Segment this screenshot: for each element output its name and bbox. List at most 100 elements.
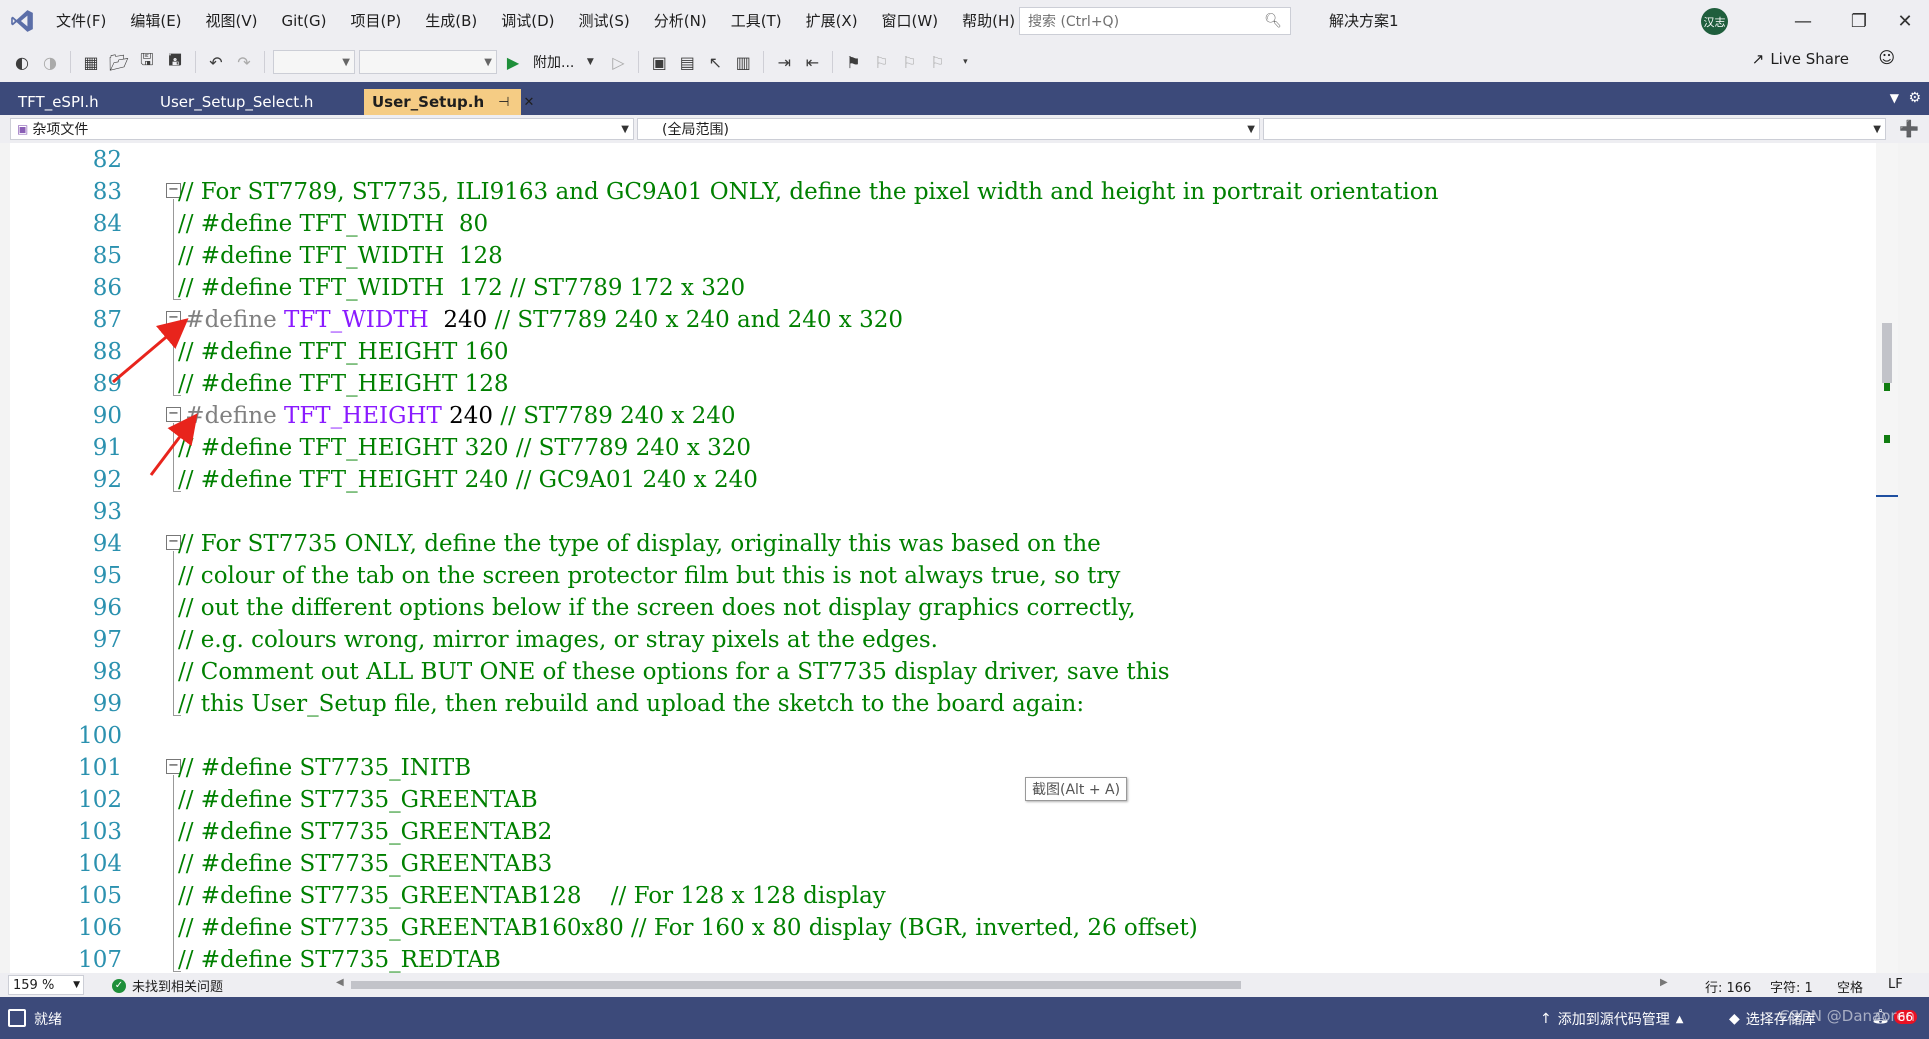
undo-icon[interactable]: ↶: [204, 50, 228, 74]
save-all-icon[interactable]: 🖪: [163, 50, 187, 74]
forward-icon[interactable]: ◑: [38, 50, 62, 74]
attach-button[interactable]: 附加...: [533, 52, 574, 72]
code-editor[interactable]: 82 83 84 85 86 87 88 89 90 91 92 93 94 95 96 97 98 99 100 1…: [10, 143, 1898, 973]
pin-icon[interactable]: ⊣: [498, 95, 509, 110]
save-icon[interactable]: 🖫: [135, 50, 159, 74]
scroll-right-icon[interactable]: ▶: [1660, 977, 1668, 988]
settings-gear-icon[interactable]: ⚙: [1908, 90, 1921, 106]
find-icon[interactable]: ▥: [731, 50, 755, 74]
code-line[interactable]: // #define ST7735_GREENTAB3: [178, 848, 552, 880]
outdent-icon[interactable]: ⇤: [800, 50, 824, 74]
solution-config-combo[interactable]: ▼: [273, 50, 355, 74]
project-combo[interactable]: ▣ 杂项文件 ▼: [10, 118, 634, 140]
code-line[interactable]: // #define TFT_HEIGHT 128: [178, 368, 509, 400]
code-line[interactable]: // #define ST7735_GREENTAB128 // For 128…: [178, 880, 886, 912]
visual-studio-logo-icon[interactable]: [0, 0, 44, 42]
code-line[interactable]: // colour of the tab on the screen prote…: [178, 560, 1120, 592]
redo-icon[interactable]: ↷: [232, 50, 256, 74]
close-tab-icon[interactable]: ✕: [523, 95, 534, 110]
indent-icon[interactable]: ⇥: [772, 50, 796, 74]
start-debug-icon[interactable]: ▶: [501, 50, 525, 74]
comment-token: // #define TFT_WIDTH 172 // ST7789 172 x…: [178, 275, 746, 301]
menu-item[interactable]: 帮助(H): [950, 0, 1027, 42]
split-window-icon[interactable]: ➕: [1899, 119, 1919, 138]
code-line[interactable]: // #define TFT_WIDTH 172 // ST7789 172 x…: [178, 272, 745, 304]
layout-icon[interactable]: ▤: [675, 50, 699, 74]
code-line[interactable]: // #define TFT_WIDTH 128: [178, 240, 503, 272]
code-line[interactable]: // For ST7789, ST7735, ILI9163 and GC9A0…: [178, 176, 1438, 208]
issues-indicator[interactable]: ✓ 未找到相关问题: [112, 976, 223, 995]
char-indicator[interactable]: 字符: 1: [1770, 977, 1813, 996]
check-circle-icon: ✓: [112, 978, 126, 993]
code-line[interactable]: // #define ST7735_GREENTAB2: [178, 816, 552, 848]
code-line[interactable]: // #define TFT_HEIGHT 160: [178, 336, 509, 368]
tab-overflow-icon[interactable]: ▼: [1890, 91, 1899, 105]
horizontal-scrollbar[interactable]: [336, 981, 1656, 989]
menu-item[interactable]: 生成(B): [413, 0, 489, 42]
menu-item[interactable]: 调试(D): [489, 0, 566, 42]
next-bookmark-icon[interactable]: ⚐: [897, 50, 921, 74]
tab-tft-espi[interactable]: TFT_eSPI.h: [10, 89, 152, 115]
avatar[interactable]: 汉志: [1701, 8, 1728, 35]
back-icon[interactable]: ◐: [10, 50, 34, 74]
code-line[interactable]: #define TFT_WIDTH 240 // ST7789 240 x 24…: [178, 304, 903, 336]
scope-combo[interactable]: (全局范围) ▼: [637, 118, 1260, 140]
prev-bookmark-icon[interactable]: ⚐: [869, 50, 893, 74]
line-number: 85: [92, 243, 122, 269]
code-line[interactable]: // #define TFT_WIDTH 80: [178, 208, 488, 240]
menu-item[interactable]: 编辑(E): [118, 0, 193, 42]
code-line[interactable]: // this User_Setup file, then rebuild an…: [178, 688, 1084, 720]
code-line[interactable]: // Comment out ALL BUT ONE of these opti…: [178, 656, 1170, 688]
toolbar-options-icon[interactable]: ▾: [953, 50, 977, 74]
title-menu-bar: 文件(F) 编辑(E) 视图(V) Git(G) 项目(P) 生成(B) 调试(D) 测试(S…: [0, 0, 1929, 42]
menu-item[interactable]: 窗口(W): [870, 0, 951, 42]
clear-bookmarks-icon[interactable]: ⚐: [925, 50, 949, 74]
line-ending-indicator[interactable]: LF: [1888, 977, 1903, 992]
menu-item[interactable]: 视图(V): [194, 0, 270, 42]
feedback-icon[interactable]: ☺: [1878, 48, 1895, 67]
code-line[interactable]: // #define ST7735_GREENTAB160x80 // For …: [178, 912, 1198, 944]
pointer-icon[interactable]: ↖: [703, 50, 727, 74]
code-line[interactable]: // #define ST7735_INITB: [178, 752, 471, 784]
bookmark-icon[interactable]: ⚑: [841, 50, 865, 74]
menu-item[interactable]: 工具(T): [719, 0, 794, 42]
start-without-debug-icon[interactable]: ▷: [606, 50, 630, 74]
menu-item[interactable]: 扩展(X): [794, 0, 870, 42]
vertical-scrollbar[interactable]: [1876, 143, 1898, 973]
solution-platform-combo[interactable]: ▼: [359, 50, 497, 74]
code-line[interactable]: // #define TFT_HEIGHT 240 // GC9A01 240 …: [178, 464, 758, 496]
minimize-icon[interactable]: —: [1775, 0, 1831, 42]
code-line[interactable]: // out the different options below if th…: [178, 592, 1136, 624]
scrollbar-thumb[interactable]: [1882, 323, 1892, 383]
new-project-icon[interactable]: ▦: [79, 50, 103, 74]
dropdown-arrow-icon[interactable]: ▼: [578, 50, 602, 74]
menu-item[interactable]: 项目(P): [339, 0, 414, 42]
code-line[interactable]: // e.g. colours wrong, mirror images, or…: [178, 624, 938, 656]
menu-item[interactable]: Git(G): [270, 0, 339, 42]
add-to-source-control-button[interactable]: ↑ 添加到源代码管理 ▲: [1540, 1009, 1683, 1029]
search-icon[interactable]: 🔍︎: [1264, 13, 1282, 29]
output-window-icon[interactable]: [8, 1009, 26, 1027]
open-file-icon[interactable]: 📂︎: [107, 50, 131, 74]
member-combo[interactable]: ▼: [1263, 118, 1886, 140]
line-number: 86: [92, 275, 122, 301]
code-line[interactable]: #define TFT_HEIGHT 240 // ST7789 240 x 2…: [178, 400, 735, 432]
code-line[interactable]: // #define ST7735_REDTAB: [178, 944, 501, 973]
line-number: 92: [92, 467, 122, 493]
whitespace-indicator[interactable]: 空格: [1837, 977, 1863, 996]
close-icon[interactable]: ✕: [1877, 0, 1929, 42]
tab-user-setup[interactable]: User_Setup.h ⊣ ✕: [364, 89, 534, 115]
menu-item[interactable]: 分析(N): [642, 0, 719, 42]
menu-item[interactable]: 测试(S): [567, 0, 642, 42]
line-indicator[interactable]: 行: 166: [1705, 977, 1751, 996]
zoom-combo[interactable]: 159 % ▼: [8, 975, 84, 995]
code-line[interactable]: // For ST7735 ONLY, define the type of d…: [178, 528, 1101, 560]
menu-item[interactable]: 文件(F): [44, 0, 118, 42]
tab-user-setup-select[interactable]: User_Setup_Select.h: [152, 89, 364, 115]
browser-link-icon[interactable]: ▣: [647, 50, 671, 74]
scrollbar-thumb[interactable]: [351, 981, 1241, 989]
code-line[interactable]: // #define ST7735_GREENTAB: [178, 784, 538, 816]
live-share-button[interactable]: ↗ Live Share: [1752, 50, 1849, 68]
code-line[interactable]: // #define TFT_HEIGHT 320 // ST7789 240 …: [178, 432, 751, 464]
search-input[interactable]: 搜索 (Ctrl+Q) 🔍︎: [1019, 7, 1291, 35]
